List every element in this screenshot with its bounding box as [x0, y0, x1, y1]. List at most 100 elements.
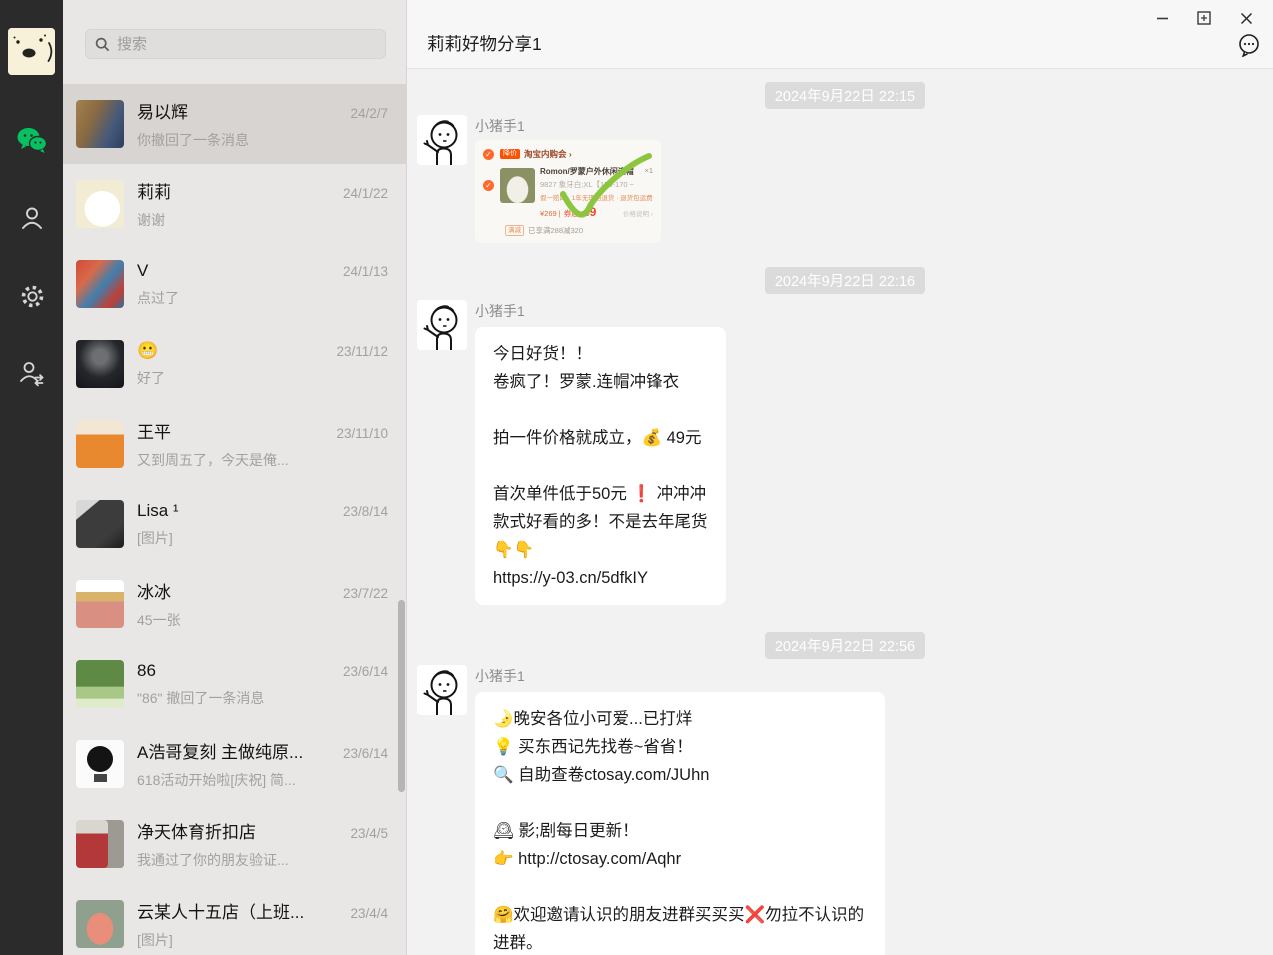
close-button[interactable] [1225, 4, 1267, 32]
message-line [493, 396, 708, 424]
maximize-button[interactable] [1183, 4, 1225, 32]
wechat-window: 易以辉 24/2/7 你撤回了一条消息 莉莉 24/1/22 谢谢 V 24/1… [0, 0, 1273, 955]
switch-account-icon[interactable] [17, 358, 47, 388]
chat-item-yiyihui[interactable]: 易以辉 24/2/7 你撤回了一条消息 [63, 84, 406, 164]
chat-preview: 好了 [137, 368, 388, 388]
chat-name: 冰冰 [137, 578, 335, 603]
message-line [493, 789, 867, 817]
message-link-text: 🔍 自助查卷ctosay.com/JUhn [493, 761, 867, 789]
chat-date: 23/6/14 [343, 664, 388, 679]
conversation-title: 莉莉好物分享1 [427, 31, 542, 56]
chat-item-yunmouren[interactable]: 云某人十五店（上班... 23/4/4 [图片] [63, 884, 406, 955]
price-note: 价格说明 › [623, 208, 653, 218]
wechat-logo-icon [17, 127, 47, 154]
chat-avatar [76, 500, 124, 548]
checkbox-checked-icon: ✓ [483, 149, 494, 160]
chat-item-list: 易以辉 24/2/7 你撤回了一条消息 莉莉 24/1/22 谢谢 V 24/1… [63, 84, 406, 955]
chat-name: 易以辉 [137, 98, 342, 123]
chat-avatar [76, 420, 124, 468]
contacts-icon[interactable] [17, 203, 47, 233]
chat-preview: 点过了 [137, 288, 388, 308]
chat-name: A浩哥复刻 主做纯原... [137, 738, 335, 763]
chat-list-panel: 易以辉 24/2/7 你撤回了一条消息 莉莉 24/1/22 谢谢 V 24/1… [63, 0, 406, 955]
sender-avatar[interactable] [417, 665, 467, 715]
chat-date: 24/1/22 [343, 186, 388, 201]
settings-icon[interactable] [17, 281, 47, 311]
conversation-pane: 莉莉好物分享1 [406, 0, 1273, 955]
message-bubble: 今日好货！！ 卷疯了！罗蒙.连帽冲锋衣 拍一件价格就成立，💰 49元 首次单件低… [475, 327, 726, 605]
coupon-price-label: 券后¥ [564, 208, 583, 219]
sender-avatar[interactable] [417, 300, 467, 350]
chat-avatar [76, 340, 124, 388]
chat-name: 云某人十五店（上班... [137, 898, 342, 923]
product-screenshot-image[interactable]: ✓ 降价 淘宝内购会 › ✓ Romon/罗蒙户外休闲连帽 ×1 [475, 140, 661, 243]
message-line [493, 873, 867, 901]
message-link-text: https://y-03.cn/5dfkIY [493, 564, 708, 592]
message-line: 卷疯了！罗蒙.连帽冲锋衣 [493, 368, 708, 396]
chat-item-wangping[interactable]: 王平 23/11/10 又到周五了，今天是俺... [63, 404, 406, 484]
message-line: 👇👇 [493, 536, 708, 564]
chat-preview: [图片] [137, 930, 388, 950]
search-bar[interactable] [85, 29, 386, 59]
chat-item-lisa[interactable]: Lisa ¹ 23/8/14 [图片] [63, 484, 406, 564]
search-area [63, 0, 406, 84]
chat-name: 莉莉 [137, 178, 335, 203]
message-line: 拍一件价格就成立，💰 49元 [493, 424, 708, 452]
minimize-button[interactable] [1141, 4, 1183, 32]
chat-date: 23/11/10 [336, 426, 388, 441]
price-drop-tag: 降价 [500, 149, 520, 159]
card-shop-row: ✓ 降价 淘宝内购会 › [483, 148, 653, 160]
search-icon [95, 37, 110, 52]
minimize-icon [1156, 12, 1169, 25]
message-link-text: 👉 http://ctosay.com/Aqhr [493, 845, 867, 873]
chat-preview: 我通过了你的朋友验证... [137, 850, 388, 870]
window-controls [1141, 4, 1267, 32]
timestamp-pill: 2024年9月22日 22:15 [765, 82, 925, 109]
chat-avatar [76, 580, 124, 628]
chat-item-v[interactable]: V 24/1/13 点过了 [63, 244, 406, 324]
card-footer-row: 满减 已享满288减320 [483, 225, 653, 236]
chat-avatar [76, 820, 124, 868]
chat-item-emoji[interactable]: 😬 23/11/12 好了 [63, 324, 406, 404]
chat-more-button[interactable] [1236, 32, 1262, 58]
self-avatar[interactable] [8, 28, 55, 75]
chat-preview: 谢谢 [137, 210, 388, 230]
message-line [493, 452, 708, 480]
product-thumbnail [500, 168, 535, 203]
card-item-row: ✓ Romon/罗蒙户外休闲连帽 ×1 9827 象牙白;XL【155-170 … [483, 166, 653, 219]
discount-tag: 满减 [505, 225, 524, 236]
chat-list-scrollbar[interactable] [398, 600, 405, 792]
person-icon [19, 205, 45, 231]
chat-item-jingtian[interactable]: 净天体育折扣店 23/4/5 我通过了你的朋友验证... [63, 804, 406, 884]
nav-rail [0, 0, 63, 955]
wechat-chats-icon[interactable] [17, 125, 47, 155]
message-area: 2024年9月22日 22:15 小猪手1 [407, 69, 1273, 955]
chat-item-lili[interactable]: 莉莉 24/1/22 谢谢 [63, 164, 406, 244]
message-text-2: 小猪手1 🌛晚安各位小可爱...已打烊 💡 买东西记先找卷~省省！ 🔍 自助查卷… [417, 665, 1273, 955]
coupon-price: 49 [583, 205, 596, 219]
chat-name: 86 [137, 661, 335, 681]
chat-avatar [76, 100, 124, 148]
chat-item-ahaoge[interactable]: A浩哥复刻 主做纯原... 23/6/14 618活动开始啦[庆祝] 简... [63, 724, 406, 804]
chat-item-bingbing[interactable]: 冰冰 23/7/22 45一张 [63, 564, 406, 644]
message-bubble: 🌛晚安各位小可爱...已打烊 💡 买东西记先找卷~省省！ 🔍 自助查卷ctosa… [475, 692, 885, 955]
stick-figure-avatar-art [417, 300, 467, 350]
checkbox-checked-icon: ✓ [483, 180, 494, 191]
original-price: ¥269 | [540, 209, 561, 218]
chat-item-86[interactable]: 86 23/6/14 "86" 撤回了一条消息 [63, 644, 406, 724]
chat-preview: 你撤回了一条消息 [137, 130, 388, 150]
conversation-header: 莉莉好物分享1 [407, 0, 1273, 69]
product-title: Romon/罗蒙户外休闲连帽 [540, 166, 641, 177]
search-input[interactable] [117, 36, 376, 53]
sender-avatar[interactable] [417, 115, 467, 165]
chat-date: 23/4/4 [350, 906, 388, 921]
chat-preview: 45一张 [137, 610, 388, 630]
chat-preview: 618活动开始啦[庆祝] 简... [137, 770, 388, 790]
bear-avatar-art [8, 28, 55, 75]
chat-date: 24/2/7 [350, 106, 388, 121]
close-icon [1240, 12, 1253, 25]
product-promo: 假一赔四 · 1年无理由退货 · 退货包运费 [540, 192, 653, 202]
sender-name: 小猪手1 [475, 116, 661, 136]
discount-text: 已享满288减320 [528, 225, 583, 236]
chat-date: 23/8/14 [343, 504, 388, 519]
